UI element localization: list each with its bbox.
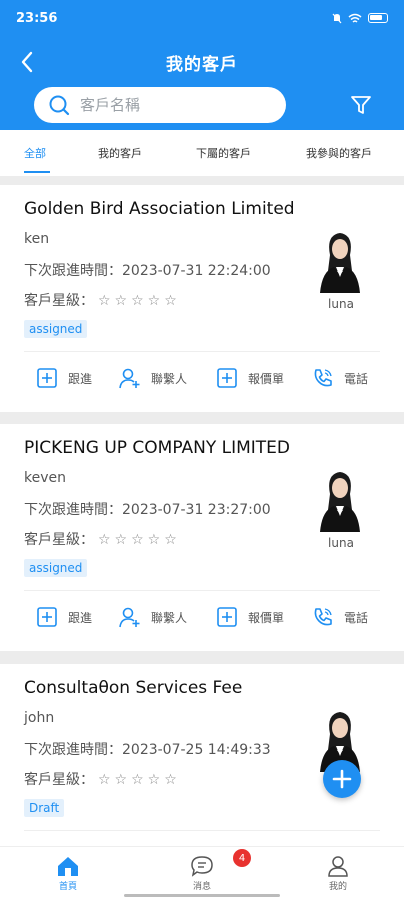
tab-all[interactable]: 全部 xyxy=(24,145,46,161)
customer-card[interactable]: Consultaθon Services Fee john 下次跟進時間：202… xyxy=(0,664,404,846)
status-badge: Draft xyxy=(24,799,65,817)
contact-button[interactable]: 聯繫人 xyxy=(119,367,187,389)
tab-my-customers[interactable]: 我的客戶 xyxy=(98,145,142,161)
active-tab-indicator xyxy=(24,171,50,173)
customer-name: PICKENG UP COMPANY LIMITED xyxy=(24,438,291,458)
search-input[interactable] xyxy=(80,96,260,114)
customer-card[interactable]: Golden Bird Association Limited ken 下次跟進… xyxy=(0,185,404,412)
follow-up-button[interactable]: 跟進 xyxy=(36,606,92,628)
wifi-icon xyxy=(348,13,362,23)
add-contact-icon xyxy=(119,368,140,389)
follow-up-time: 下次跟進時間：2023-07-31 23:27:00 xyxy=(24,502,271,518)
customer-contact: john xyxy=(24,710,55,726)
customer-name: Golden Bird Association Limited xyxy=(24,199,295,219)
avatar xyxy=(316,225,364,293)
unread-count-badge: 4 xyxy=(233,849,251,867)
add-customer-button[interactable] xyxy=(323,760,361,798)
avatar xyxy=(316,464,364,532)
add-box-icon xyxy=(217,368,237,388)
add-box-icon xyxy=(37,607,57,627)
nav-profile[interactable]: 我的 xyxy=(318,855,358,892)
owner-name: luna xyxy=(328,297,354,311)
follow-up-time: 下次跟進時間：2023-07-31 22:24:00 xyxy=(24,263,271,279)
card-actions: 跟進 聯繫人 報價單 電話 xyxy=(0,600,404,634)
bottom-nav: 首頁 消息 我的 xyxy=(0,846,404,900)
add-box-icon xyxy=(217,607,237,627)
message-icon xyxy=(191,856,213,877)
quote-button[interactable]: 報價單 xyxy=(216,606,284,628)
add-contact-icon xyxy=(119,607,140,628)
customer-card[interactable]: PICKENG UP COMPANY LIMITED keven 下次跟進時間：… xyxy=(0,424,404,651)
quote-button[interactable]: 報價單 xyxy=(216,367,284,389)
page-title: 我的客戶 xyxy=(166,54,238,75)
title-bar: 我的客戶 xyxy=(0,40,404,84)
customer-contact: keven xyxy=(24,470,66,486)
nav-messages[interactable]: 消息 xyxy=(182,855,222,892)
customer-rating: 客戶星級： ☆☆☆☆☆ xyxy=(24,772,181,788)
star-icons: ☆☆☆☆☆ xyxy=(98,532,181,548)
user-icon xyxy=(328,856,348,877)
mute-icon xyxy=(332,13,342,23)
divider xyxy=(24,351,380,352)
customer-contact: ken xyxy=(24,231,50,247)
back-arrow-icon[interactable] xyxy=(14,48,42,76)
divider xyxy=(24,590,380,591)
nav-home[interactable]: 首頁 xyxy=(48,855,88,892)
status-time: 23:56 xyxy=(16,10,58,26)
phone-button[interactable]: 電話 xyxy=(312,606,368,628)
owner-name: luna xyxy=(328,536,354,550)
customer-rating: 客戶星級： ☆☆☆☆☆ xyxy=(24,532,181,548)
follow-up-time: 下次跟進時間：2023-07-25 14:49:33 xyxy=(24,742,271,758)
card-actions: 跟進 聯繫人 報價單 電話 xyxy=(0,361,404,395)
search-box[interactable] xyxy=(34,87,286,123)
plus-icon xyxy=(332,769,352,789)
status-bar: 23:56 xyxy=(0,0,404,36)
phone-icon xyxy=(314,369,332,387)
status-badge: assigned xyxy=(24,559,88,577)
customer-tabs: 全部 我的客戶 下屬的客戶 我參與的客戶 xyxy=(0,130,404,176)
phone-icon xyxy=(314,608,332,626)
add-box-icon xyxy=(37,368,57,388)
customer-rating: 客戶星級： ☆☆☆☆☆ xyxy=(24,293,181,309)
home-indicator xyxy=(124,894,280,897)
tab-participating-customers[interactable]: 我參與的客戶 xyxy=(306,145,372,161)
battery-icon xyxy=(368,13,388,23)
phone-button[interactable]: 電話 xyxy=(312,367,368,389)
star-icons: ☆☆☆☆☆ xyxy=(98,293,181,309)
follow-up-button[interactable]: 跟進 xyxy=(36,367,92,389)
contact-button[interactable]: 聯繫人 xyxy=(119,606,187,628)
app-header: 23:56 我的客戶 xyxy=(0,0,404,130)
star-icons: ☆☆☆☆☆ xyxy=(98,772,181,788)
home-icon xyxy=(58,857,78,876)
customer-name: Consultaθon Services Fee xyxy=(24,678,243,698)
status-icons xyxy=(332,13,388,24)
tab-subordinate-customers[interactable]: 下屬的客戶 xyxy=(196,145,251,161)
filter-icon[interactable] xyxy=(350,94,372,116)
search-icon xyxy=(49,95,70,116)
divider xyxy=(24,830,380,831)
status-badge: assigned xyxy=(24,320,88,338)
